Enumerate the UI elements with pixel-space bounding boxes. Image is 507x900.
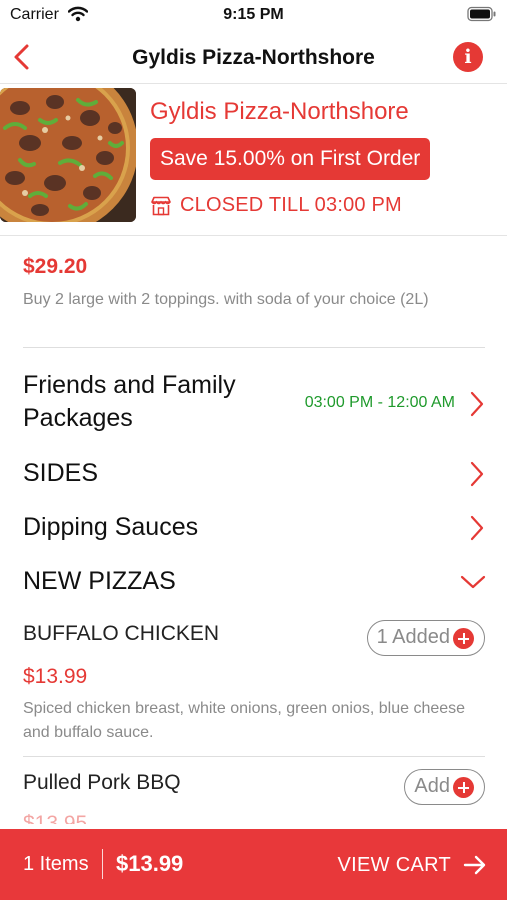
add-button[interactable]: Add — [404, 769, 485, 805]
add-label: Add — [414, 775, 450, 797]
item-description: Spiced chicken breast, white onions, gre… — [23, 700, 466, 741]
category-dipping-sauces[interactable]: Dipping Sauces — [0, 510, 507, 550]
category-label: NEW PIZZAS — [23, 567, 176, 595]
category-friends-and-family[interactable]: Friends and Family Packages 03:00 PM - 1… — [0, 368, 507, 440]
restaurant-image — [0, 88, 136, 222]
category-label: Friends and Family Packages — [23, 371, 236, 432]
deal-price: $29.20 — [23, 255, 88, 278]
added-label: 1 Added — [376, 626, 450, 648]
page-title: Gyldis Pizza-Northshore — [132, 46, 375, 69]
view-cart-label: VIEW CART — [337, 854, 451, 876]
category-label: Dipping Sauces — [23, 513, 199, 541]
item-name: BUFFALO CHICKEN — [23, 622, 220, 645]
cart-item-count: 1 Items — [23, 853, 89, 875]
arrow-right-icon — [463, 855, 486, 875]
restaurant-header: Gyldis Pizza-Northshore Save 15.00% on F… — [0, 84, 507, 236]
divider — [23, 347, 485, 348]
chevron-right-icon — [470, 515, 484, 541]
cart-separator — [102, 849, 103, 879]
store-icon — [150, 196, 172, 221]
restaurant-name: Gyldis Pizza-Northshore — [150, 98, 409, 125]
item-price: $13.99 — [23, 665, 88, 688]
category-label: SIDES — [23, 459, 99, 487]
info-button[interactable]: i — [453, 42, 483, 72]
chevron-right-icon — [470, 461, 484, 487]
deal-description: Buy 2 large with 2 toppings. with soda o… — [23, 291, 429, 308]
item-name: Pulled Pork BBQ — [23, 771, 181, 794]
category-hours: 03:00 PM - 12:00 AM — [304, 394, 455, 411]
plus-circle-icon — [453, 628, 474, 649]
divider — [23, 756, 485, 757]
status-bar: Carrier 9:15 PM — [0, 0, 507, 32]
plus-circle-icon — [453, 777, 474, 798]
chevron-right-icon — [470, 391, 484, 417]
promo-badge: Save 15.00% on First Order — [150, 138, 431, 180]
status-time: 9:15 PM — [223, 6, 284, 23]
chevron-down-icon — [460, 575, 486, 589]
closed-status: CLOSED TILL 03:00 PM — [180, 194, 402, 216]
battery-icon — [467, 6, 497, 27]
cart-bar[interactable]: 1 Items $13.99 VIEW CART — [0, 829, 507, 900]
view-cart-button[interactable]: VIEW CART — [338, 845, 487, 885]
cart-total: $13.99 — [116, 851, 184, 876]
info-icon: i — [464, 46, 472, 68]
added-button[interactable]: 1 Added — [366, 620, 485, 656]
navigation-bar: Gyldis Pizza-Northshore i — [0, 32, 507, 84]
category-sides[interactable]: SIDES — [0, 456, 507, 496]
item-price: $13.95 — [23, 812, 88, 824]
category-new-pizzas[interactable]: NEW PIZZAS — [0, 564, 507, 604]
